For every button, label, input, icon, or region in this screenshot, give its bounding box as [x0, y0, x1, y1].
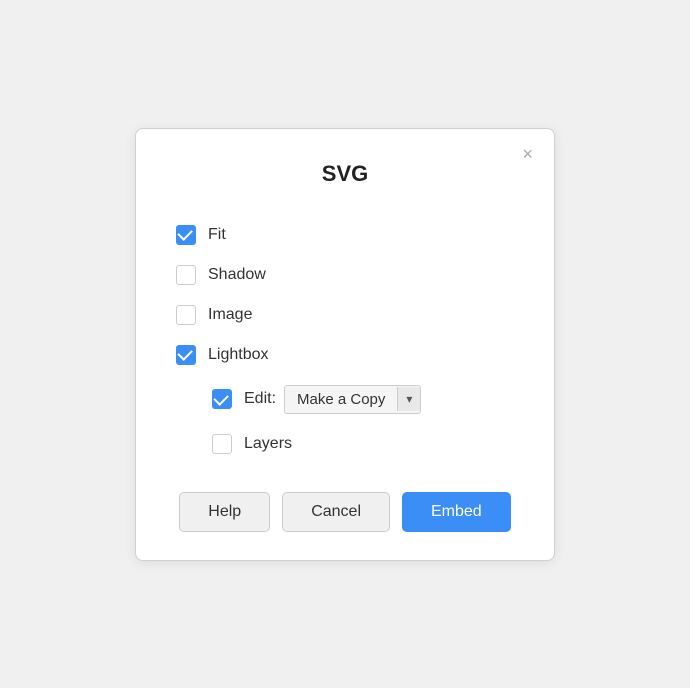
svg-dialog: × SVG Fit Shadow Image Lightbox Edit: [135, 128, 555, 561]
embed-button[interactable]: Embed [402, 492, 511, 532]
option-label-image: Image [208, 306, 252, 324]
option-row-lightbox: Lightbox [176, 335, 514, 375]
edit-label: Edit: [244, 390, 276, 408]
option-row-image: Image [176, 295, 514, 335]
edit-select-wrapper: Edit: Make a Copy ▾ [244, 385, 421, 414]
options-list: Fit Shadow Image Lightbox Edit: Make a C… [176, 215, 514, 464]
checkbox-fit[interactable] [176, 225, 196, 245]
cancel-button[interactable]: Cancel [282, 492, 390, 532]
edit-select-dropdown[interactable]: Make a Copy ▾ [284, 385, 421, 414]
option-label-lightbox: Lightbox [208, 346, 269, 364]
checkbox-edit[interactable] [212, 389, 232, 409]
option-row-edit: Edit: Make a Copy ▾ [176, 375, 514, 424]
option-label-layers: Layers [244, 435, 292, 453]
checkbox-shadow[interactable] [176, 265, 196, 285]
button-row: Help Cancel Embed [176, 492, 514, 532]
option-row-fit: Fit [176, 215, 514, 255]
help-button[interactable]: Help [179, 492, 270, 532]
checkbox-layers[interactable] [212, 434, 232, 454]
close-icon: × [522, 144, 533, 164]
dialog-title: SVG [176, 161, 514, 187]
checkbox-lightbox[interactable] [176, 345, 196, 365]
option-label-shadow: Shadow [208, 266, 266, 284]
option-row-shadow: Shadow [176, 255, 514, 295]
close-button[interactable]: × [517, 143, 538, 165]
checkbox-image[interactable] [176, 305, 196, 325]
option-label-fit: Fit [208, 226, 226, 244]
option-row-layers: Layers [176, 424, 514, 464]
dropdown-arrow-icon: ▾ [397, 387, 420, 411]
edit-select-value: Make a Copy [285, 386, 397, 413]
